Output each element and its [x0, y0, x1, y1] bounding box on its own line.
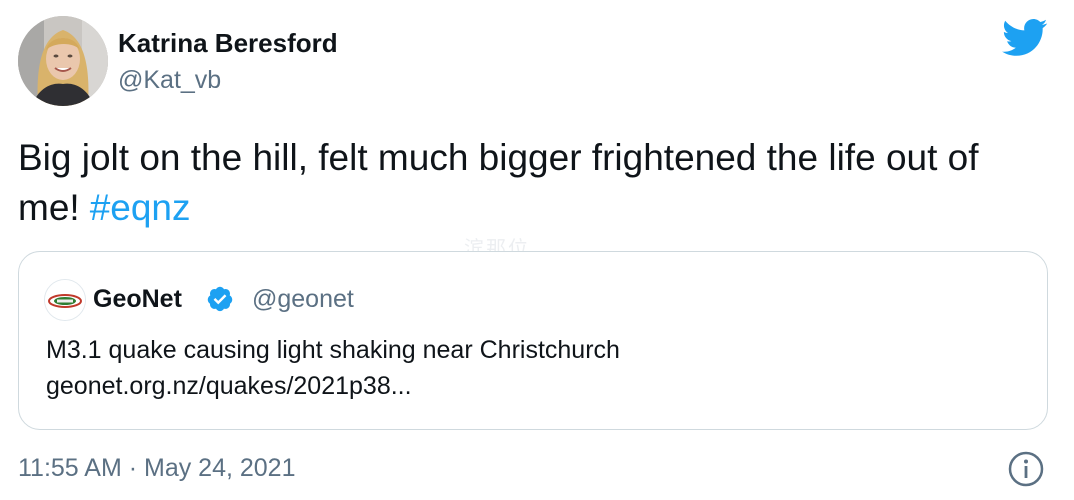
- verified-badge-icon: [206, 285, 234, 313]
- quoted-link[interactable]: geonet.org.nz/quakes/2021p38...: [46, 368, 620, 404]
- geonet-logo[interactable]: [44, 279, 86, 321]
- quoted-author-name[interactable]: GeoNet: [93, 285, 182, 314]
- quoted-tweet-text: M3.1 quake causing light shaking near Ch…: [46, 332, 620, 404]
- quoted-author-handle[interactable]: @geonet: [252, 285, 354, 314]
- author-handle[interactable]: @Kat_vb: [118, 66, 221, 95]
- quoted-line-1: M3.1 quake causing light shaking near Ch…: [46, 336, 620, 364]
- author-avatar[interactable]: [18, 16, 108, 106]
- hashtag-link[interactable]: #eqnz: [90, 187, 191, 228]
- tweet-text: Big jolt on the hill, felt much bigger f…: [18, 133, 1058, 233]
- tweet-timestamp[interactable]: 11:55 AM · May 24, 2021: [18, 454, 295, 483]
- twitter-bird-icon[interactable]: [1002, 18, 1048, 58]
- info-icon[interactable]: [1006, 449, 1046, 489]
- quoted-tweet-card[interactable]: GeoNet @geonet M3.1 quake causing light …: [18, 251, 1048, 430]
- author-name[interactable]: Katrina Beresford: [118, 28, 338, 59]
